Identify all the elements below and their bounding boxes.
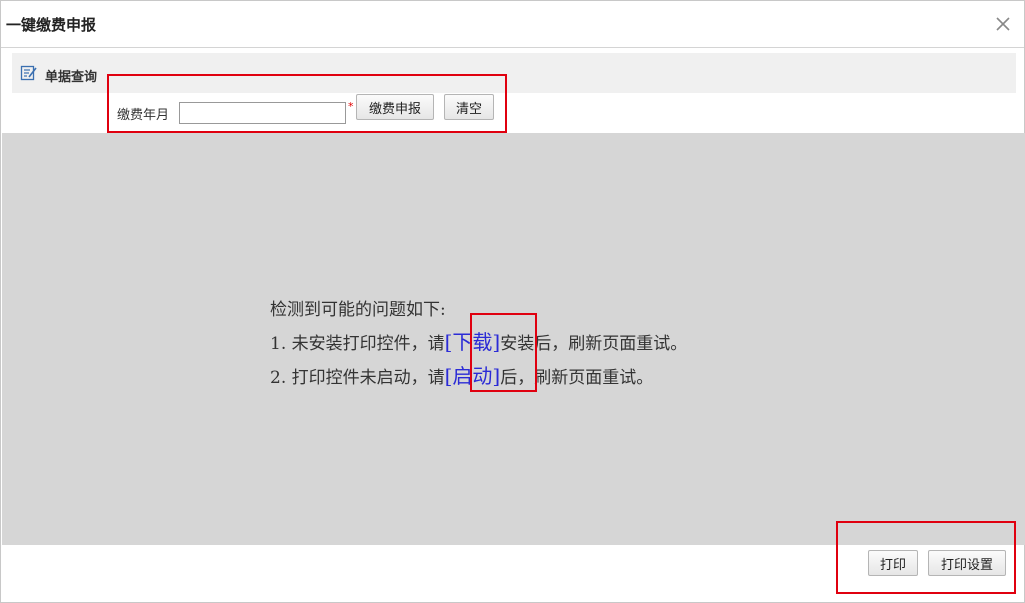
message-line-2: 2. 打印控件未启动，请[启动]后，刷新页面重试。 — [270, 360, 687, 394]
month-input[interactable] — [179, 102, 346, 124]
print-button[interactable]: 打印 — [868, 550, 918, 576]
month-label: 缴费年月 — [117, 108, 170, 123]
line1-suffix: 安装后，刷新页面重试。 — [500, 334, 688, 354]
section-title: 单据查询 — [45, 70, 98, 85]
start-link[interactable]: [启动] — [445, 364, 501, 388]
line2-prefix: 2. 打印控件未启动，请 — [270, 368, 445, 388]
line1-prefix: 1. 未安装打印控件，请 — [270, 334, 445, 354]
dialog-titlebar: 一键缴费申报 — [1, 1, 1024, 48]
dialog: 一键缴费申报 单据查询 缴费年月 * 缴费申报 清空 检测到可能的问题如下: 1… — [0, 0, 1025, 603]
download-link[interactable]: [下载] — [445, 330, 501, 354]
print-content-area: 检测到可能的问题如下: 1. 未安装打印控件，请[下载]安装后，刷新页面重试。 … — [2, 133, 1025, 545]
edit-form-icon — [20, 64, 38, 82]
message-heading: 检测到可能的问题如下: — [270, 300, 446, 320]
print-settings-button[interactable]: 打印设置 — [928, 550, 1006, 576]
message-line-1: 1. 未安装打印控件，请[下载]安装后，刷新页面重试。 — [270, 326, 687, 360]
close-icon[interactable] — [992, 13, 1014, 35]
dialog-footer: 打印 打印设置 — [1, 545, 1024, 602]
line2-suffix: 后，刷新页面重试。 — [500, 368, 654, 388]
submit-declaration-button[interactable]: 缴费申报 — [356, 94, 434, 120]
dialog-title: 一键缴费申报 — [6, 16, 97, 34]
print-plugin-message: 检测到可能的问题如下: 1. 未安装打印控件，请[下载]安装后，刷新页面重试。 … — [270, 294, 687, 394]
clear-button[interactable]: 清空 — [444, 94, 494, 120]
section-header: 单据查询 — [12, 53, 1016, 93]
required-mark: * — [348, 100, 354, 113]
